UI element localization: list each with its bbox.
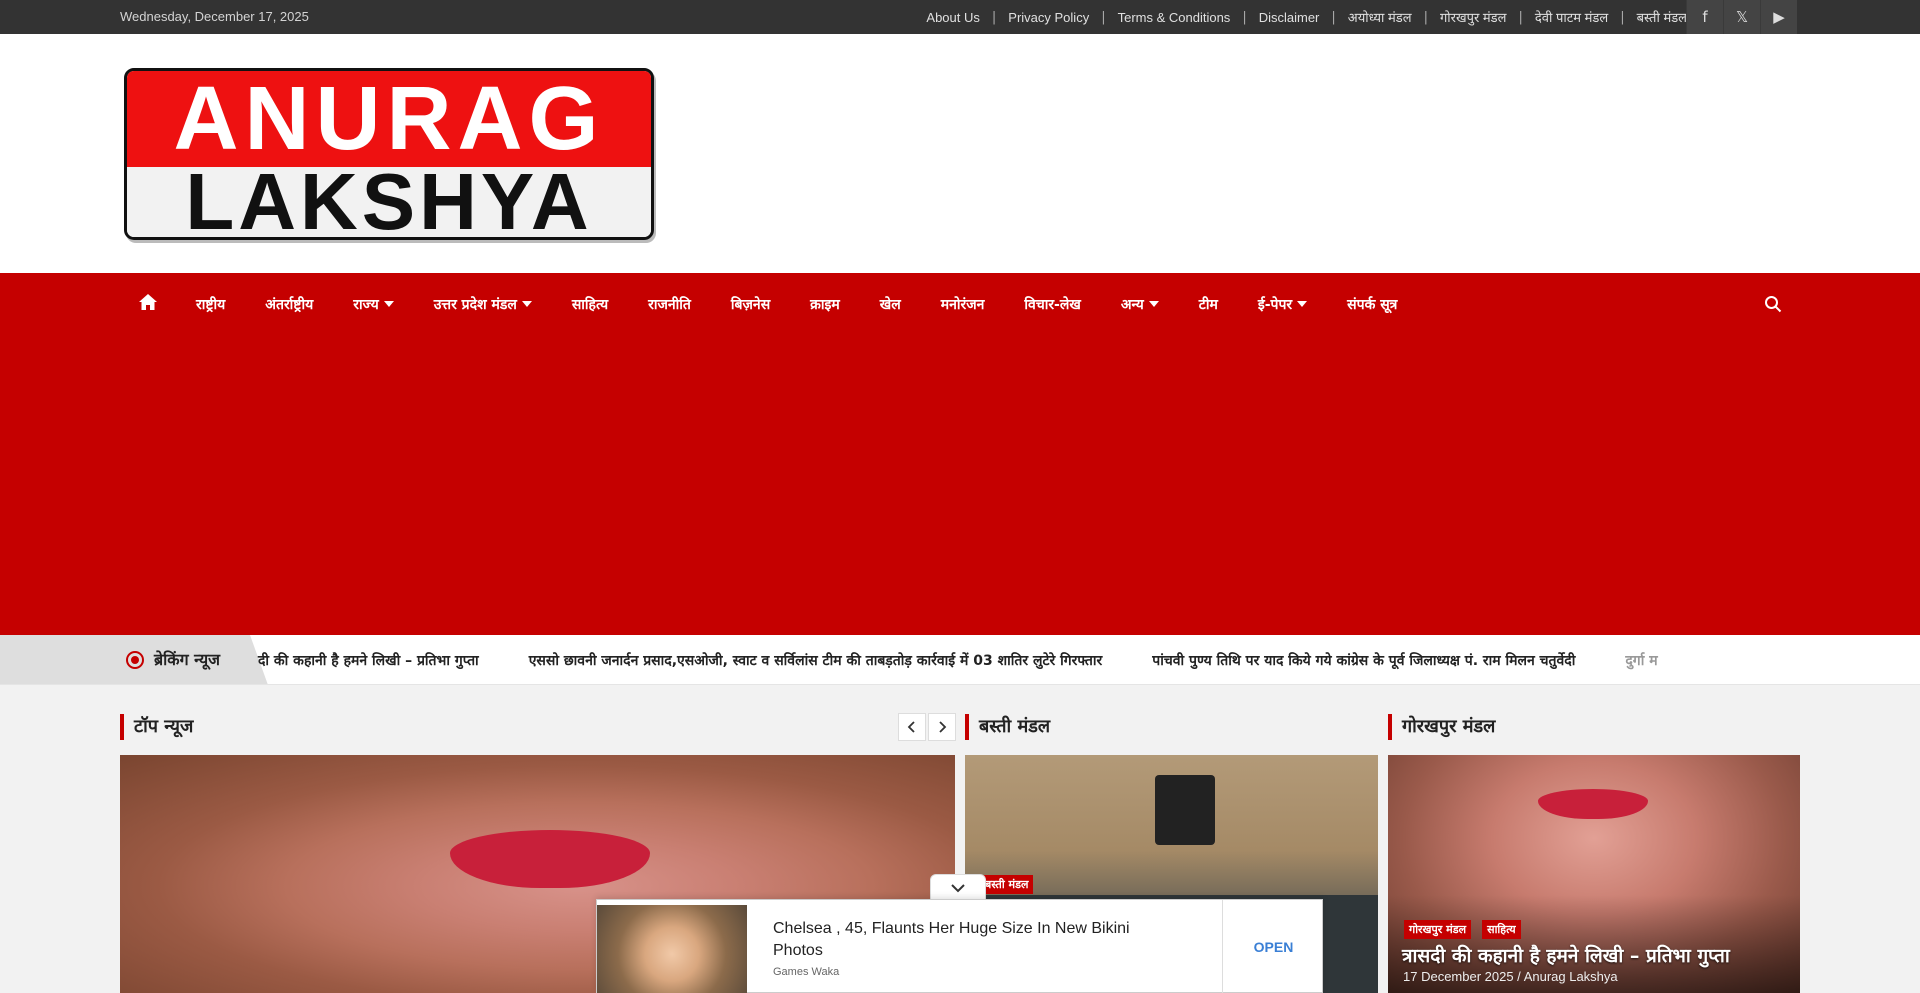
section-title-gorakhpur: गोरखपुर मंडल — [1388, 714, 1495, 740]
logo-line-1: ANURAG — [127, 71, 651, 167]
nav-item[interactable]: ई-पेपर — [1257, 295, 1308, 314]
category-badge[interactable]: गोरखपुर मंडल — [1404, 920, 1472, 939]
nav-item[interactable]: अंतर्राष्ट्रीय — [265, 295, 313, 314]
chevron-left-icon[interactable] — [898, 713, 926, 741]
nav-item-label: राजनीति — [648, 296, 691, 313]
logo-line-2: LAKSHYA — [127, 162, 651, 237]
current-date: Wednesday, December 17, 2025 — [120, 9, 309, 24]
category-badge[interactable]: बस्ती मंडल — [980, 875, 1034, 894]
nav-item[interactable]: संपर्क सूत्र — [1347, 295, 1397, 314]
nav-item-label: उत्तर प्रदेश मंडल — [433, 296, 517, 313]
breaking-news-label: ब्रेकिंग न्यूज — [154, 650, 221, 669]
nav-item-label: मनोरंजन — [940, 296, 985, 313]
chevron-down-icon — [951, 883, 965, 892]
nav-item-label: ई-पेपर — [1257, 296, 1293, 313]
ticker-items: दी की कहानी है हमने लिखी – प्रतिभा गुप्त… — [258, 635, 1708, 684]
caret-down-icon — [1148, 301, 1159, 307]
ticker-item[interactable]: एससो छावनी जनार्दन प्रसाद,एसओजी, स्वाट व… — [529, 651, 1103, 670]
live-dot-icon — [126, 651, 144, 669]
nav-item[interactable]: टीम — [1199, 295, 1218, 314]
separator: | — [1101, 9, 1106, 25]
separator: | — [1242, 9, 1247, 25]
nav-item[interactable]: उत्तर प्रदेश मंडल — [434, 295, 532, 314]
nav-item-label: विचार-लेख — [1024, 296, 1081, 313]
nav-item-label: खेल — [879, 296, 901, 313]
caret-down-icon — [521, 301, 532, 307]
ticker-fade — [1780, 635, 1920, 684]
youtube-icon[interactable]: ▶ — [1760, 0, 1797, 34]
main-nav: राष्ट्रीय अंतर्राष्ट्रीय राज्य उत्तर प्रदेश… — [0, 273, 1920, 335]
separator: | — [1423, 9, 1428, 25]
top-link-gorakhpur[interactable]: गोरखपुर मंडल — [1440, 8, 1507, 26]
nav-item[interactable]: खेल — [880, 295, 901, 314]
ad-banner-area — [0, 335, 1920, 635]
nav-item[interactable]: राज्य — [353, 295, 394, 314]
search-icon[interactable] — [1764, 295, 1782, 313]
social-links: f 𝕏 ▶ — [1686, 0, 1797, 34]
photo-detail — [450, 830, 650, 888]
section-title-top-news: टॉप न्यूज — [120, 714, 193, 740]
separator: | — [991, 9, 997, 25]
nav-item-label: राज्य — [353, 296, 379, 313]
caret-down-icon — [383, 301, 394, 307]
home-icon[interactable] — [138, 292, 158, 312]
nav-item-label: साहित्य — [571, 296, 609, 313]
ad-thumbnail[interactable] — [597, 905, 747, 993]
top-link-terms[interactable]: Terms & Conditions — [1118, 10, 1231, 25]
nav-item-label: राष्ट्रीय — [196, 296, 226, 313]
nav-item-label: अन्य — [1120, 296, 1144, 313]
ticker-item[interactable]: दुर्गा म — [1625, 651, 1657, 670]
nav-item[interactable]: साहित्य — [572, 295, 608, 314]
nav-item-label: संपर्क सूत्र — [1347, 296, 1398, 313]
ad-collapse-toggle[interactable] — [930, 874, 986, 900]
top-links: About Us | Privacy Policy | Terms & Cond… — [926, 0, 1687, 34]
top-link-disclaimer[interactable]: Disclaimer — [1259, 10, 1320, 25]
ticker-item[interactable]: पांचवी पुण्य तिथि पर याद किये गये कांग्र… — [1152, 651, 1575, 670]
ad-source: Games Waka — [773, 966, 840, 978]
top-link-devipatan[interactable]: देवी पाटम मंडल — [1535, 8, 1608, 26]
x-twitter-icon[interactable]: 𝕏 — [1723, 0, 1760, 34]
chevron-right-icon[interactable] — [928, 713, 956, 741]
site-header: ANURAG LAKSHYA — [0, 34, 1920, 273]
nav-item[interactable]: विचार-लेख — [1024, 295, 1080, 314]
nav-item[interactable]: बिज़नेस — [731, 295, 770, 314]
nav-item-label: बिज़नेस — [730, 296, 771, 313]
section-title-basti: बस्ती मंडल — [965, 714, 1050, 740]
photo-detail — [1155, 775, 1215, 845]
ticker-item[interactable]: दी की कहानी है हमने लिखी – प्रतिभा गुप्त… — [258, 651, 479, 670]
top-link-about[interactable]: About Us — [926, 10, 979, 25]
photo-detail — [1538, 789, 1648, 819]
separator: | — [1620, 9, 1625, 25]
breaking-news-ticker: ब्रेकिंग न्यूज दी की कहानी है हमने लिखी … — [0, 635, 1920, 685]
ad-open-button[interactable]: OPEN — [1222, 900, 1324, 993]
nav-item[interactable]: मनोरंजन — [941, 295, 985, 314]
ad-headline[interactable]: Chelsea , 45, Flaunts Her Huge Size In N… — [773, 918, 1173, 962]
separator: | — [1331, 9, 1336, 25]
nav-item-label: अंतर्राष्ट्रीय — [265, 296, 314, 313]
nav-items: राष्ट्रीय अंतर्राष्ट्रीय राज्य उत्तर प्रदेश… — [196, 273, 1437, 335]
nav-item[interactable]: क्राइम — [810, 295, 840, 314]
nav-item[interactable]: अन्य — [1121, 295, 1159, 314]
basti-category-badges: बस्ती मंडल — [980, 873, 1039, 894]
nav-item-label: क्राइम — [810, 296, 840, 313]
nav-item[interactable]: राजनीति — [648, 295, 691, 314]
site-logo[interactable]: ANURAG LAKSHYA — [124, 68, 654, 240]
top-link-privacy[interactable]: Privacy Policy — [1008, 10, 1089, 25]
gorakhpur-article-meta: 17 December 2025 / Anurag Lakshya — [1403, 969, 1618, 984]
nav-item[interactable]: राष्ट्रीय — [196, 295, 225, 314]
sponsored-ad[interactable]: Chelsea , 45, Flaunts Her Huge Size In N… — [596, 899, 1323, 993]
slider-arrows — [898, 713, 958, 741]
nav-item-label: टीम — [1198, 296, 1218, 313]
gorakhpur-category-badges: गोरखपुर मंडल साहित्य — [1404, 918, 1527, 939]
facebook-icon[interactable]: f — [1686, 0, 1723, 34]
category-badge[interactable]: साहित्य — [1482, 920, 1521, 939]
caret-down-icon — [1297, 301, 1308, 307]
top-link-basti[interactable]: बस्ती मंडल — [1637, 8, 1687, 26]
top-bar: Wednesday, December 17, 2025 About Us | … — [0, 0, 1920, 34]
separator: | — [1518, 9, 1523, 25]
gorakhpur-article-title[interactable]: त्रासदी की कहानी है हमने लिखी – प्रतिभा … — [1402, 942, 1730, 968]
top-link-ayodhya[interactable]: अयोध्या मंडल — [1348, 8, 1412, 26]
